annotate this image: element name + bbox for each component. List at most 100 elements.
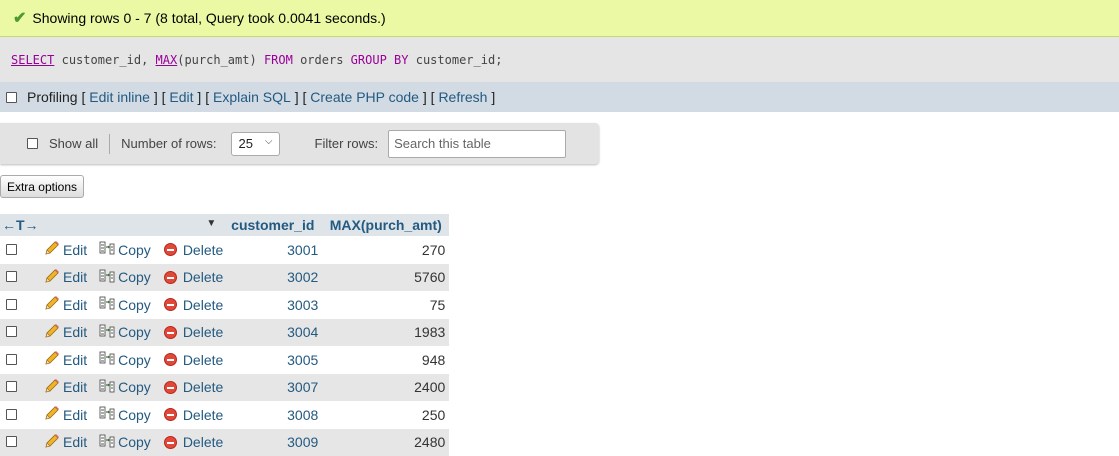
edit-label: Edit xyxy=(63,406,88,423)
header-actions-cell: ←T→ ▼ xyxy=(0,214,224,236)
profiling-checkbox[interactable] xyxy=(6,91,17,103)
sql-function-max[interactable]: MAX xyxy=(156,53,178,67)
max-purch-amt-cell[interactable]: 270 xyxy=(322,236,450,264)
delete-icon xyxy=(163,243,177,257)
query-tools-bar: Profiling [ Edit inline ] [ Edit ] [ Exp… xyxy=(0,82,1119,112)
copy-row-button[interactable]: Copy xyxy=(99,295,151,314)
sql-keyword-select[interactable]: SELECT xyxy=(11,53,54,67)
pencil-icon xyxy=(44,268,63,287)
row-select-cell xyxy=(0,318,42,346)
customer-id-cell[interactable]: 3005 xyxy=(223,346,323,374)
delete-icon xyxy=(163,353,177,367)
edit-row-button[interactable]: Edit xyxy=(44,378,87,397)
edit-inline-link[interactable]: Edit inline xyxy=(89,89,150,105)
row-checkbox[interactable] xyxy=(6,298,17,310)
sort-triangle-icon[interactable]: ▼ xyxy=(206,218,216,229)
column-header-max-purch-amt[interactable]: MAX(purch_amt) xyxy=(322,214,450,236)
delete-row-button[interactable]: Delete xyxy=(163,434,223,450)
table-row: Edit Copy Delete 3005 948 xyxy=(0,346,450,374)
explain-sql-link[interactable]: Explain SQL xyxy=(213,89,291,105)
table-row: Edit Copy Delete 3003 75 xyxy=(0,291,450,319)
customer-id-cell[interactable]: 3007 xyxy=(223,373,323,401)
delete-row-button[interactable]: Delete xyxy=(163,379,223,395)
row-checkbox[interactable] xyxy=(6,408,17,420)
copy-row-button[interactable]: Copy xyxy=(99,405,151,424)
customer-id-cell[interactable]: 3001 xyxy=(223,236,323,264)
row-actions-cell: Edit Copy Delete xyxy=(42,318,224,346)
edit-row-button[interactable]: Edit xyxy=(44,268,87,287)
profiling-label: Profiling xyxy=(27,89,78,105)
row-checkbox[interactable] xyxy=(6,353,17,365)
table-row: Edit Copy Delete 3007 2400 xyxy=(0,373,450,401)
delete-label: Delete xyxy=(182,324,224,341)
row-actions-cell: Edit Copy Delete xyxy=(42,428,224,456)
row-checkbox[interactable] xyxy=(6,271,17,283)
table-row: Edit Copy Delete 3004 1983 xyxy=(0,318,450,346)
refresh-link[interactable]: Refresh xyxy=(438,89,487,105)
pencil-icon xyxy=(44,295,63,314)
filter-rows-input[interactable] xyxy=(388,129,567,158)
copy-row-button[interactable]: Copy xyxy=(99,323,151,342)
max-purch-amt-cell[interactable]: 75 xyxy=(322,291,450,319)
delete-row-button[interactable]: Delete xyxy=(163,407,223,423)
copy-icon xyxy=(99,433,118,452)
delete-row-button[interactable]: Delete xyxy=(163,352,223,368)
edit-row-button[interactable]: Edit xyxy=(44,433,87,452)
edit-row-button[interactable]: Edit xyxy=(44,323,87,342)
copy-row-button[interactable]: Copy xyxy=(99,240,151,259)
delete-row-button[interactable]: Delete xyxy=(163,269,224,286)
max-purch-amt-cell[interactable]: 1983 xyxy=(322,318,450,346)
number-of-rows-value: 25 xyxy=(238,136,253,151)
copy-row-button[interactable]: Copy xyxy=(99,268,151,287)
row-actions-cell: Edit Copy Delete xyxy=(42,263,224,291)
row-select-cell xyxy=(0,401,42,429)
delete-label: Delete xyxy=(182,296,224,313)
edit-row-button[interactable]: Edit xyxy=(44,405,87,424)
edit-row-button[interactable]: Edit xyxy=(44,350,87,369)
delete-icon xyxy=(163,435,177,449)
delete-row-button[interactable]: Delete xyxy=(163,296,224,313)
copy-icon xyxy=(99,240,118,259)
column-header-customer-id[interactable]: customer_id xyxy=(223,214,323,236)
customer-id-cell[interactable]: 3003 xyxy=(223,291,323,319)
customer-id-cell[interactable]: 3009 xyxy=(223,428,323,456)
row-select-cell xyxy=(0,263,42,291)
row-checkbox[interactable] xyxy=(6,381,17,393)
copy-row-button[interactable]: Copy xyxy=(99,433,151,452)
copy-label: Copy xyxy=(118,241,151,258)
show-all-checkbox[interactable] xyxy=(27,138,38,149)
show-all-label: Show all xyxy=(49,136,99,151)
customer-id-cell[interactable]: 3004 xyxy=(223,318,323,346)
delete-icon xyxy=(163,408,177,422)
delete-row-button[interactable]: Delete xyxy=(163,242,223,258)
edit-row-button[interactable]: Edit xyxy=(44,295,87,314)
edit-row-button[interactable]: Edit xyxy=(44,240,87,259)
copy-row-button[interactable]: Copy xyxy=(99,378,151,397)
column-arrows-icon[interactable]: ←T→ xyxy=(0,217,39,233)
create-php-code-link[interactable]: Create PHP code xyxy=(310,89,419,105)
copy-icon xyxy=(99,350,118,369)
sql-keyword-group: GROUP xyxy=(350,52,387,67)
max-purch-amt-cell[interactable]: 2400 xyxy=(322,373,450,401)
success-message-text: Showing rows 0 - 7 (8 total, Query took … xyxy=(32,10,386,26)
number-of-rows-select[interactable]: 25 ⌵ xyxy=(230,131,280,156)
max-purch-amt-cell[interactable]: 5760 xyxy=(322,263,450,291)
edit-link[interactable]: Edit xyxy=(169,89,193,105)
copy-icon xyxy=(99,378,118,397)
extra-options-button[interactable]: Extra options xyxy=(0,175,84,198)
row-checkbox[interactable] xyxy=(6,436,17,448)
max-purch-amt-cell[interactable]: 948 xyxy=(322,346,450,374)
copy-row-button[interactable]: Copy xyxy=(99,350,151,369)
copy-icon xyxy=(99,268,118,287)
customer-id-cell[interactable]: 3008 xyxy=(223,401,323,429)
customer-id-cell[interactable]: 3002 xyxy=(223,263,323,291)
row-checkbox[interactable] xyxy=(6,243,17,255)
delete-label: Delete xyxy=(182,269,224,286)
delete-row-button[interactable]: Delete xyxy=(163,324,224,341)
table-row: Edit Copy Delete 3002 5760 xyxy=(0,263,450,291)
row-actions-cell: Edit Copy Delete xyxy=(42,373,224,401)
max-purch-amt-cell[interactable]: 250 xyxy=(322,401,450,429)
row-checkbox[interactable] xyxy=(6,326,17,338)
edit-label: Edit xyxy=(63,241,88,258)
max-purch-amt-cell[interactable]: 2480 xyxy=(322,428,450,456)
